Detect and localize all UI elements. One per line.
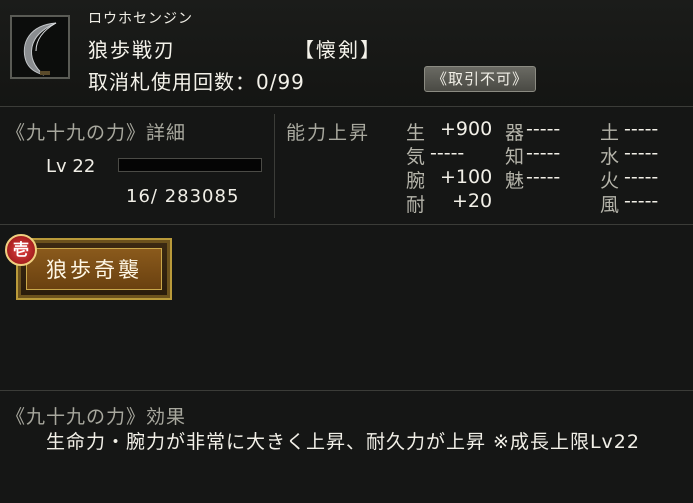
stat-value-dexterity: ----- [526, 118, 561, 140]
effect-text: 生命力・腕力が非常に大きく上昇、耐久力が上昇 ※成長上限Lv22 [46, 431, 640, 453]
stat-value-earth: ----- [624, 118, 659, 140]
stat-label-strength: 腕 [406, 170, 426, 192]
stat-value-life: +900 [440, 118, 493, 140]
curved-blade-icon [10, 15, 70, 79]
skill-button[interactable]: 狼歩奇襲 [16, 238, 172, 300]
stat-label-charm: 魅 [505, 170, 525, 192]
cancel-card-usage: 取消札使用回数：0/99 [88, 70, 305, 94]
stat-label-earth: 土 [600, 122, 620, 144]
divider [0, 390, 693, 391]
effect-title: 《九十九の力》効果 [6, 406, 187, 428]
stat-label-water: 水 [600, 146, 620, 168]
level-label: Lv 22 [46, 156, 96, 177]
item-name: 狼歩戦刃 [88, 38, 176, 62]
stat-value-fire: ----- [624, 166, 659, 188]
stat-value-strength: +100 [440, 166, 493, 188]
divider [274, 114, 275, 218]
item-furigana: ロウホセンジン [88, 11, 193, 27]
stat-label-wind: 風 [600, 194, 620, 216]
exp-bar [118, 158, 262, 172]
stat-value-wind: ----- [624, 190, 659, 212]
item-type: 【懐剣】 [294, 38, 382, 62]
stat-label-endurance: 耐 [406, 194, 426, 216]
stat-label-spirit: 気 [406, 146, 426, 168]
stat-value-spirit: ----- [430, 142, 465, 164]
ability-title: 能力上昇 [286, 122, 371, 144]
skill-name: 狼歩奇襲 [26, 248, 162, 290]
stat-value-water: ----- [624, 142, 659, 164]
stat-label-dexterity: 器 [505, 122, 525, 144]
stat-value-endurance: +20 [452, 190, 493, 212]
stat-label-fire: 火 [600, 170, 620, 192]
detail-title: 《九十九の力》詳細 [6, 122, 187, 144]
divider [0, 224, 693, 225]
stat-value-intellect: ----- [526, 142, 561, 164]
rank-badge: 壱 [5, 234, 37, 266]
stat-label-life: 生 [406, 122, 426, 144]
stat-value-charm: ----- [526, 166, 561, 188]
no-trade-badge: 《取引不可》 [424, 66, 536, 92]
exp-value: 16/ 283085 [126, 186, 240, 207]
stat-label-intellect: 知 [505, 146, 525, 168]
divider [0, 106, 693, 107]
